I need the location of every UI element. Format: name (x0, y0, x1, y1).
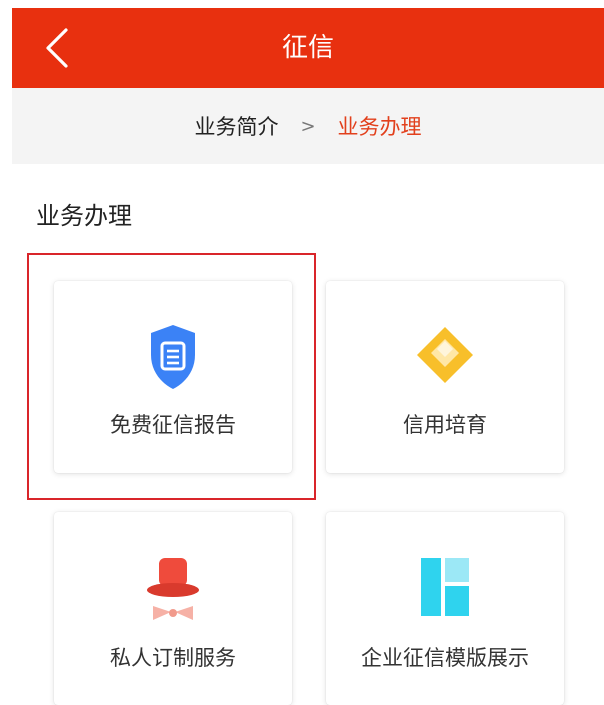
diamond-icon (417, 327, 473, 383)
section-title: 业务办理 (36, 202, 132, 230)
card-label: 信用培育 (403, 413, 487, 437)
card-label: 私人订制服务 (110, 646, 236, 670)
card-credit-cultivation[interactable]: 信用培育 (326, 281, 564, 473)
card-label: 免费征信报告 (110, 413, 236, 437)
top-hat-bowtie-icon (147, 558, 199, 620)
shield-document-icon (151, 325, 195, 389)
page-title: 征信 (281, 33, 334, 63)
card-free-credit-report[interactable]: 免费征信报告 (54, 281, 292, 473)
breadcrumb-separator: > (300, 115, 316, 137)
breadcrumb-parent[interactable]: 业务简介 (194, 111, 278, 141)
breadcrumb-current: 业务办理 (337, 115, 422, 139)
app-header: 征信 (12, 8, 604, 88)
breadcrumb: 业务简介 > 业务办理 (12, 88, 604, 164)
layout-template-icon (421, 558, 469, 616)
card-enterprise-credit-template[interactable]: 企业征信模版展示 (326, 512, 564, 705)
card-private-custom-service[interactable]: 私人订制服务 (54, 512, 292, 705)
card-label: 企业征信模版展示 (361, 646, 529, 670)
